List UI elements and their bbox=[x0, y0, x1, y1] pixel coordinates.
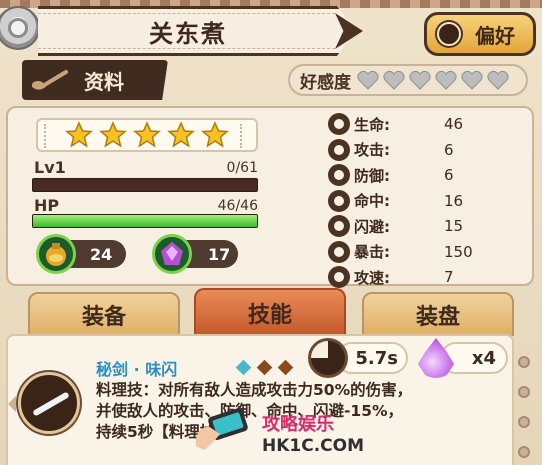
stat-label: 攻击: bbox=[354, 141, 390, 159]
back-ring-icon bbox=[8, 18, 28, 38]
favorite-label: 偏好 bbox=[475, 23, 515, 48]
stat-label: 生命: bbox=[354, 115, 390, 134]
hp-value: 46/46 bbox=[217, 198, 258, 214]
watermark-url: HK1C.COM bbox=[262, 436, 365, 456]
affection-heart-icon bbox=[383, 70, 405, 90]
cooldown-timer-icon bbox=[308, 338, 348, 378]
hp-bar-fill bbox=[33, 215, 257, 227]
tab-info[interactable]: 资料 bbox=[22, 60, 168, 100]
speed-stat-icon bbox=[328, 266, 350, 288]
pip-cyan-icon bbox=[235, 359, 252, 376]
star-icon bbox=[167, 121, 195, 148]
stat-row: 闪避: 15 bbox=[328, 214, 463, 238]
pip-brown-icon bbox=[256, 359, 273, 376]
star-icon bbox=[133, 121, 161, 148]
stat-label: 闪避: bbox=[354, 217, 390, 236]
scroll-dot bbox=[518, 356, 530, 368]
potion-count: 24 bbox=[90, 244, 113, 264]
purple-gem-icon bbox=[152, 234, 192, 274]
page-title: 关东煮 bbox=[149, 19, 227, 48]
exp-bar bbox=[32, 178, 258, 192]
affection-label: 好感度 bbox=[300, 72, 351, 93]
skill-level-pips bbox=[235, 359, 294, 376]
stat-value: 16 bbox=[444, 191, 464, 210]
tab-plating[interactable]: 装盘 bbox=[362, 292, 514, 336]
crosshair-stat-icon bbox=[328, 189, 350, 212]
level-label: Lv1 bbox=[34, 158, 66, 177]
stat-row: 生命: 46 bbox=[328, 112, 463, 136]
stat-label: 命中: bbox=[354, 192, 390, 210]
stat-row: 攻击: 6 bbox=[328, 138, 454, 162]
stat-value: 6 bbox=[444, 140, 454, 159]
stat-row: 攻速: 7 bbox=[328, 265, 454, 289]
star-rating bbox=[36, 118, 258, 152]
watermark-hand-phone-icon bbox=[195, 408, 248, 450]
skill-name: 秘剑 · 味闪 bbox=[96, 360, 178, 379]
tab-equipment[interactable]: 装备 bbox=[28, 292, 180, 336]
ladle-icon bbox=[32, 70, 68, 90]
affection-meter: 好感度 bbox=[288, 64, 528, 96]
stat-value: 150 bbox=[444, 242, 473, 261]
star-icon bbox=[65, 121, 93, 148]
affection-heart-icon bbox=[409, 70, 431, 90]
stat-value: 6 bbox=[444, 166, 454, 184]
tab-info-label: 资料 bbox=[84, 70, 124, 94]
favorite-dot-icon bbox=[437, 22, 461, 46]
skill-sword-icon bbox=[18, 372, 80, 434]
back-button[interactable] bbox=[0, 6, 40, 50]
hp-bar bbox=[32, 214, 258, 228]
stat-label: 防御: bbox=[354, 166, 390, 185]
star-icon bbox=[201, 121, 229, 148]
scroll-indicator bbox=[518, 356, 530, 458]
affection-heart-icon bbox=[435, 70, 457, 90]
potion-icon bbox=[36, 234, 76, 274]
stat-value: 15 bbox=[444, 217, 464, 235]
stat-value: 46 bbox=[444, 115, 464, 133]
dodge-stat-icon bbox=[328, 215, 350, 237]
watermark-text: 攻略娱乐 bbox=[262, 414, 334, 435]
game-screen: 关东煮 偏好 资料 好感度 Lv1 0/61 HP 46/46 24 17 生命… bbox=[0, 0, 542, 465]
gem-count: 17 bbox=[208, 244, 231, 264]
pip-brown-icon bbox=[277, 359, 294, 376]
stat-row: 防御: 6 bbox=[328, 163, 454, 187]
left-arrow-icon[interactable] bbox=[8, 396, 16, 412]
stat-label: 暴击: bbox=[354, 243, 390, 261]
stat-row: 命中: 16 bbox=[328, 189, 463, 213]
affection-heart-icon bbox=[461, 70, 483, 90]
favorite-button[interactable]: 偏好 bbox=[424, 12, 536, 56]
star-icon bbox=[99, 121, 127, 148]
tab-skills[interactable]: 技能 bbox=[194, 288, 346, 336]
skill-description-line: 料理技：对所有敌人造成攻击力50%的伤害， bbox=[96, 381, 413, 399]
shield-stat-icon bbox=[328, 164, 350, 186]
scroll-dot bbox=[518, 446, 530, 458]
heart-stat-icon bbox=[328, 113, 350, 135]
scroll-dot bbox=[518, 386, 530, 398]
stat-value: 7 bbox=[444, 268, 454, 286]
hp-label: HP bbox=[34, 196, 60, 215]
attack-stat-icon bbox=[328, 138, 350, 161]
stat-label: 攻速: bbox=[354, 268, 390, 287]
affection-heart-icon bbox=[357, 70, 379, 90]
stat-row: 暴击: 150 bbox=[328, 240, 473, 264]
critical-stat-icon bbox=[328, 240, 350, 263]
exp-value: 0/61 bbox=[226, 160, 258, 176]
scroll-dot bbox=[518, 416, 530, 428]
affection-heart-icon bbox=[487, 70, 509, 90]
